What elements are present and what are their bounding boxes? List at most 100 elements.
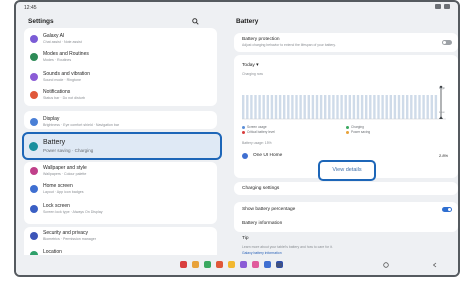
dock-app-icon[interactable] bbox=[216, 261, 223, 268]
battery-protection-row[interactable]: Battery protection Adjust charging behav… bbox=[234, 33, 458, 52]
battery-protection-toggle[interactable] bbox=[442, 40, 452, 45]
legend-critical: Critical battery level bbox=[242, 130, 275, 134]
sidebar-item-home[interactable]: Home screen Layout · App icon badges bbox=[30, 183, 206, 201]
sidebar-item-galaxy-ai[interactable]: Galaxy AI Chat assist · Note assist bbox=[30, 33, 206, 51]
sidebar-item-label: Battery bbox=[43, 139, 66, 146]
notifications-icon bbox=[30, 91, 38, 99]
battery-level-bar bbox=[360, 95, 364, 119]
tip-text: Learn more about your tablet's battery a… bbox=[242, 245, 333, 249]
battery-level-bar bbox=[262, 95, 265, 119]
battery-protection-desc: Adjust charging behavior to extend the l… bbox=[242, 43, 336, 47]
home-icon[interactable] bbox=[383, 262, 389, 268]
sidebar-item-notifications[interactable]: Notifications Status bar · Do not disturb bbox=[30, 89, 206, 107]
battery-level-bar bbox=[336, 95, 339, 119]
sidebar-item-sublabel: Biometrics · Permission manager bbox=[43, 236, 96, 241]
battery-information-link[interactable]: Battery information bbox=[242, 221, 282, 226]
charging-settings-row[interactable]: Charging settings bbox=[234, 182, 458, 195]
sidebar-item-sublabel: Chat assist · Note assist bbox=[43, 39, 82, 44]
battery-level-bar bbox=[295, 95, 298, 119]
battery-level-bar bbox=[377, 95, 380, 119]
battery-level-bar bbox=[397, 95, 401, 119]
legend-label: Critical battery level bbox=[247, 130, 275, 134]
sidebar-item-sublabel: Brightness · Eye comfort shield · Naviga… bbox=[43, 122, 120, 127]
battery-level-bar bbox=[328, 95, 331, 119]
app-usage-name: One UI Home bbox=[253, 153, 283, 158]
recent-apps-icon[interactable] bbox=[276, 262, 282, 268]
home-icon bbox=[30, 185, 38, 193]
dock-app-icon[interactable] bbox=[240, 261, 247, 268]
battery-level-bar bbox=[410, 95, 413, 119]
battery-level-bar bbox=[246, 95, 249, 119]
wifi-icon bbox=[435, 4, 441, 9]
legend-label: Charging bbox=[351, 125, 364, 129]
sidebar-item-security[interactable]: Security and privacy Biometrics · Permiss… bbox=[30, 230, 206, 248]
battery-level-bar bbox=[352, 95, 356, 119]
dock-app-icon[interactable] bbox=[264, 261, 271, 268]
battery-protection-label: Battery protection bbox=[242, 37, 280, 42]
sidebar-item-label: Lock screen bbox=[43, 203, 70, 209]
battery-level-bar bbox=[319, 95, 323, 119]
settings-title: Settings bbox=[28, 18, 54, 25]
battery-level-bar bbox=[414, 95, 417, 119]
battery-level-bar bbox=[258, 95, 261, 119]
battery-level-bar bbox=[278, 95, 282, 119]
sidebar-item-sublabel: Sound mode · Ringtone bbox=[43, 77, 81, 82]
battery-level-bar bbox=[344, 95, 347, 119]
sidebar-item-label: Display bbox=[43, 116, 60, 122]
battery-level-bar bbox=[299, 95, 302, 119]
battery-icon bbox=[29, 142, 38, 151]
back-icon[interactable] bbox=[432, 262, 438, 268]
sounds-icon bbox=[30, 73, 38, 81]
tablet-frame: 12:45 Settings Galaxy AI Chat assist · No… bbox=[14, 0, 460, 277]
current-time-arrow bbox=[439, 116, 443, 119]
chart-high-label: High bbox=[439, 86, 446, 90]
battery-usage-label: Battery usage: 15% bbox=[242, 141, 272, 145]
battery-level-bar bbox=[434, 95, 438, 119]
sidebar-item-label: Sounds and vibration bbox=[43, 71, 90, 77]
battery-level-bar bbox=[266, 95, 269, 119]
legend-label: Power saving bbox=[351, 130, 371, 134]
sidebar-item-lock[interactable]: Lock screen Screen lock type · Always On … bbox=[30, 203, 206, 221]
battery-level-bar bbox=[406, 95, 409, 119]
sidebar-item-modes[interactable]: Modes and Routines Modes · Routines bbox=[30, 51, 206, 69]
sidebar-item-wallpaper[interactable]: Wallpaper and style Wallpapers · Colour p… bbox=[30, 165, 206, 183]
sidebar-item-sublabel: Layout · App icon badges bbox=[43, 189, 84, 194]
battery-level-bar bbox=[393, 95, 397, 119]
sidebar-item-battery[interactable]: Battery Power saving · Charging bbox=[22, 132, 222, 160]
battery-level-bar bbox=[426, 95, 429, 119]
view-details-button[interactable]: View details bbox=[318, 160, 376, 181]
battery-level-bar bbox=[422, 95, 425, 119]
one-ui-home-icon bbox=[242, 153, 248, 159]
sidebar-item-sublabel: Wallpapers · Colour palette bbox=[43, 171, 87, 176]
battery-level-bar bbox=[340, 95, 343, 119]
sidebar-item-label: Modes and Routines bbox=[43, 51, 89, 57]
battery-level-bar bbox=[315, 95, 319, 119]
legend-screen-usage: Screen usage bbox=[242, 125, 267, 129]
status-bar: 12:45 bbox=[16, 2, 458, 13]
dock-app-icon[interactable] bbox=[228, 261, 235, 268]
taskbar bbox=[16, 255, 458, 275]
search-icon[interactable] bbox=[192, 18, 199, 25]
period-dropdown[interactable]: Today ▾ bbox=[242, 63, 259, 68]
battery-level-bar bbox=[401, 95, 405, 119]
legend-charging: Charging bbox=[346, 125, 364, 129]
charging-settings-label: Charging settings bbox=[242, 186, 280, 191]
dock-app-icon[interactable] bbox=[204, 261, 211, 268]
battery-status-icon bbox=[444, 4, 450, 9]
charging-status: Charging now bbox=[242, 72, 263, 76]
clock: 12:45 bbox=[24, 5, 37, 11]
show-percentage-toggle[interactable] bbox=[442, 207, 452, 212]
legend-label: Screen usage bbox=[247, 125, 267, 129]
dock-app-icon[interactable] bbox=[180, 261, 187, 268]
battery-level-bar bbox=[389, 95, 392, 119]
dock-app-icon[interactable] bbox=[192, 261, 199, 268]
battery-level-bar bbox=[430, 95, 433, 119]
galaxy-ai-icon bbox=[30, 35, 38, 43]
tip-title: Tip bbox=[242, 236, 249, 241]
battery-level-bar bbox=[324, 95, 327, 119]
battery-level-bar bbox=[270, 95, 274, 119]
sidebar-item-label: Security and privacy bbox=[43, 230, 89, 236]
dock-app-icon[interactable] bbox=[252, 261, 259, 268]
sidebar-item-sounds[interactable]: Sounds and vibration Sound mode · Rington… bbox=[30, 71, 206, 89]
chart-low-label: Low bbox=[439, 110, 445, 114]
